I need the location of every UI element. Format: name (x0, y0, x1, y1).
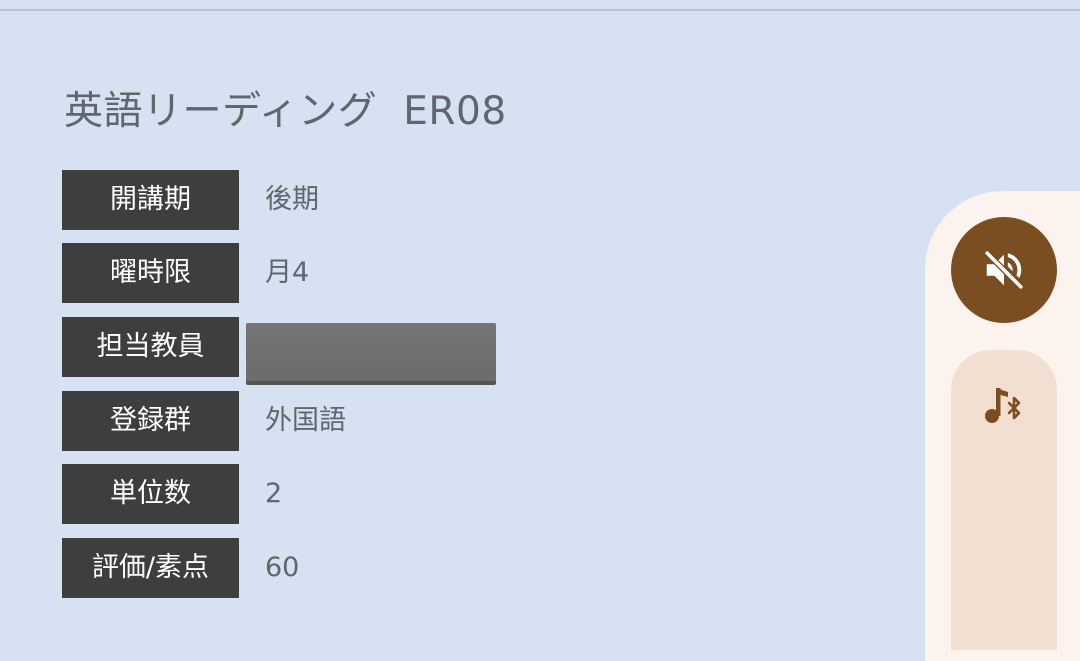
course-name: 英語リーディング (64, 89, 378, 134)
detail-row-term: 開講期 後期 (62, 170, 522, 230)
detail-label: 曜時限 (62, 243, 239, 303)
detail-row-grade: 評価/素点 60 (62, 538, 522, 598)
course-title: 英語リーディング ER08 (64, 80, 507, 136)
detail-label: 単位数 (62, 464, 239, 524)
top-divider (0, 0, 1080, 11)
volume-off-icon (984, 250, 1024, 290)
detail-label: 担当教員 (62, 317, 239, 377)
detail-label: 開講期 (62, 170, 239, 230)
mute-toggle-button[interactable] (951, 217, 1057, 323)
detail-row-instructor: 担当教員 (62, 317, 522, 385)
detail-row-period: 曜時限 月4 (62, 243, 522, 303)
detail-label: 登録群 (62, 391, 239, 451)
detail-value: 外国語 (265, 405, 346, 436)
bluetooth-music-icon[interactable] (980, 380, 1028, 428)
detail-value: 2 (265, 478, 283, 509)
course-code: ER08 (403, 89, 507, 134)
detail-row-credits: 単位数 2 (62, 464, 522, 524)
detail-value: 月4 (265, 257, 310, 288)
redacted-instructor-name (246, 323, 496, 385)
detail-label: 評価/素点 (62, 538, 239, 598)
detail-value: 60 (265, 552, 300, 583)
detail-row-group: 登録群 外国語 (62, 391, 522, 451)
detail-value: 後期 (265, 184, 319, 215)
